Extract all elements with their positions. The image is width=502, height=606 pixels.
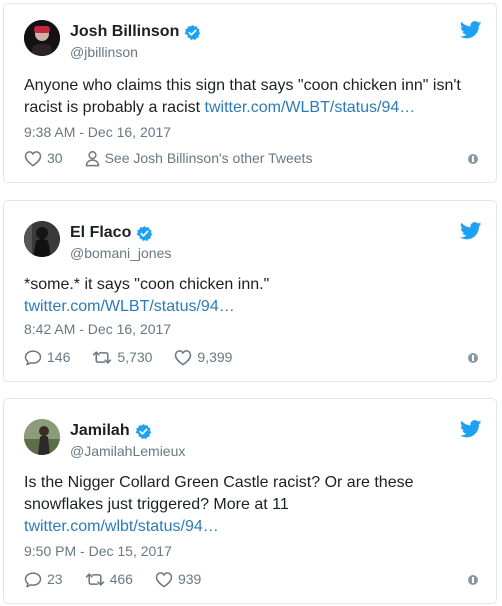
- like-count: 9,399: [197, 349, 233, 365]
- avatar[interactable]: [24, 419, 60, 455]
- info-icon[interactable]: [468, 575, 478, 585]
- avatar[interactable]: [24, 221, 60, 257]
- twitter-bird-icon[interactable]: [460, 21, 482, 39]
- author-name[interactable]: El Flaco: [70, 224, 131, 242]
- twitter-bird-icon[interactable]: [460, 222, 482, 240]
- author-name[interactable]: Josh Billinson: [70, 23, 179, 41]
- retweet-icon: [85, 571, 105, 588]
- like-count: 939: [177, 571, 202, 587]
- tweet-timestamp[interactable]: 8:42 AM - Dec 16, 2017: [24, 321, 171, 337]
- retweet-button[interactable]: 5,730: [92, 349, 152, 366]
- retweet-count: 466: [109, 571, 133, 587]
- author-handle[interactable]: @bomani_jones: [70, 245, 171, 261]
- like-count: 30: [47, 150, 63, 166]
- info-icon[interactable]: [468, 353, 478, 363]
- tweet-card[interactable]: El Flaco @bomani_jones *some.* it says "…: [3, 200, 497, 382]
- person-icon: [85, 150, 100, 167]
- author-handle[interactable]: @jbillinson: [70, 44, 138, 60]
- like-button[interactable]: 30: [24, 150, 63, 167]
- avatar[interactable]: [24, 20, 60, 56]
- tweet-timestamp[interactable]: 9:50 PM - Dec 15, 2017: [24, 543, 172, 559]
- avatar-image: [24, 419, 60, 455]
- other-tweets-label: See Josh Billinson's other Tweets: [104, 150, 313, 166]
- tweet-link[interactable]: twitter.com/WLBT/status/94…: [24, 296, 482, 318]
- tweet-body: Is the Nigger Collard Green Castle racis…: [24, 474, 414, 513]
- tweet-link[interactable]: twitter.com/wlbt/status/94…: [24, 516, 482, 538]
- heart-icon: [24, 150, 42, 167]
- retweet-count: 5,730: [117, 349, 153, 365]
- author-name[interactable]: Jamilah: [70, 422, 130, 440]
- reply-button[interactable]: 23: [24, 571, 63, 588]
- heart-icon: [155, 571, 173, 588]
- info-icon[interactable]: [468, 154, 478, 164]
- verified-icon: [135, 423, 152, 440]
- tweet-text: Anyone who claims this sign that says "c…: [24, 75, 482, 119]
- reply-button[interactable]: 146: [24, 349, 70, 366]
- retweet-icon: [92, 349, 112, 366]
- verified-icon: [136, 225, 153, 242]
- tweet-text: Is the Nigger Collard Green Castle racis…: [24, 472, 482, 538]
- reply-icon: [24, 571, 42, 588]
- tweet-text: *some.* it says "coon chicken inn." twit…: [24, 274, 482, 318]
- heart-icon: [174, 349, 192, 366]
- verified-icon: [184, 24, 201, 41]
- author-handle[interactable]: @JamilahLemieux: [70, 443, 185, 459]
- like-button[interactable]: 9,399: [174, 349, 232, 366]
- reply-count: 146: [47, 349, 71, 365]
- reply-count: 23: [47, 571, 63, 587]
- retweet-button[interactable]: 466: [85, 571, 133, 588]
- twitter-bird-icon[interactable]: [460, 420, 482, 438]
- avatar-image: [24, 221, 60, 257]
- tweet-card[interactable]: Jamilah @JamilahLemieux Is the Nigger Co…: [3, 398, 497, 604]
- other-tweets-link[interactable]: See Josh Billinson's other Tweets: [85, 150, 313, 167]
- like-button[interactable]: 939: [155, 571, 201, 588]
- tweet-card[interactable]: Josh Billinson @jbillinson Anyone who cl…: [3, 3, 497, 183]
- tweet-body: *some.* it says "coon chicken inn.": [24, 276, 270, 293]
- tweet-timestamp[interactable]: 9:38 AM - Dec 16, 2017: [24, 124, 171, 140]
- avatar-image: [24, 20, 60, 56]
- reply-icon: [24, 349, 42, 366]
- tweet-link[interactable]: twitter.com/WLBT/status/94…: [205, 99, 416, 116]
